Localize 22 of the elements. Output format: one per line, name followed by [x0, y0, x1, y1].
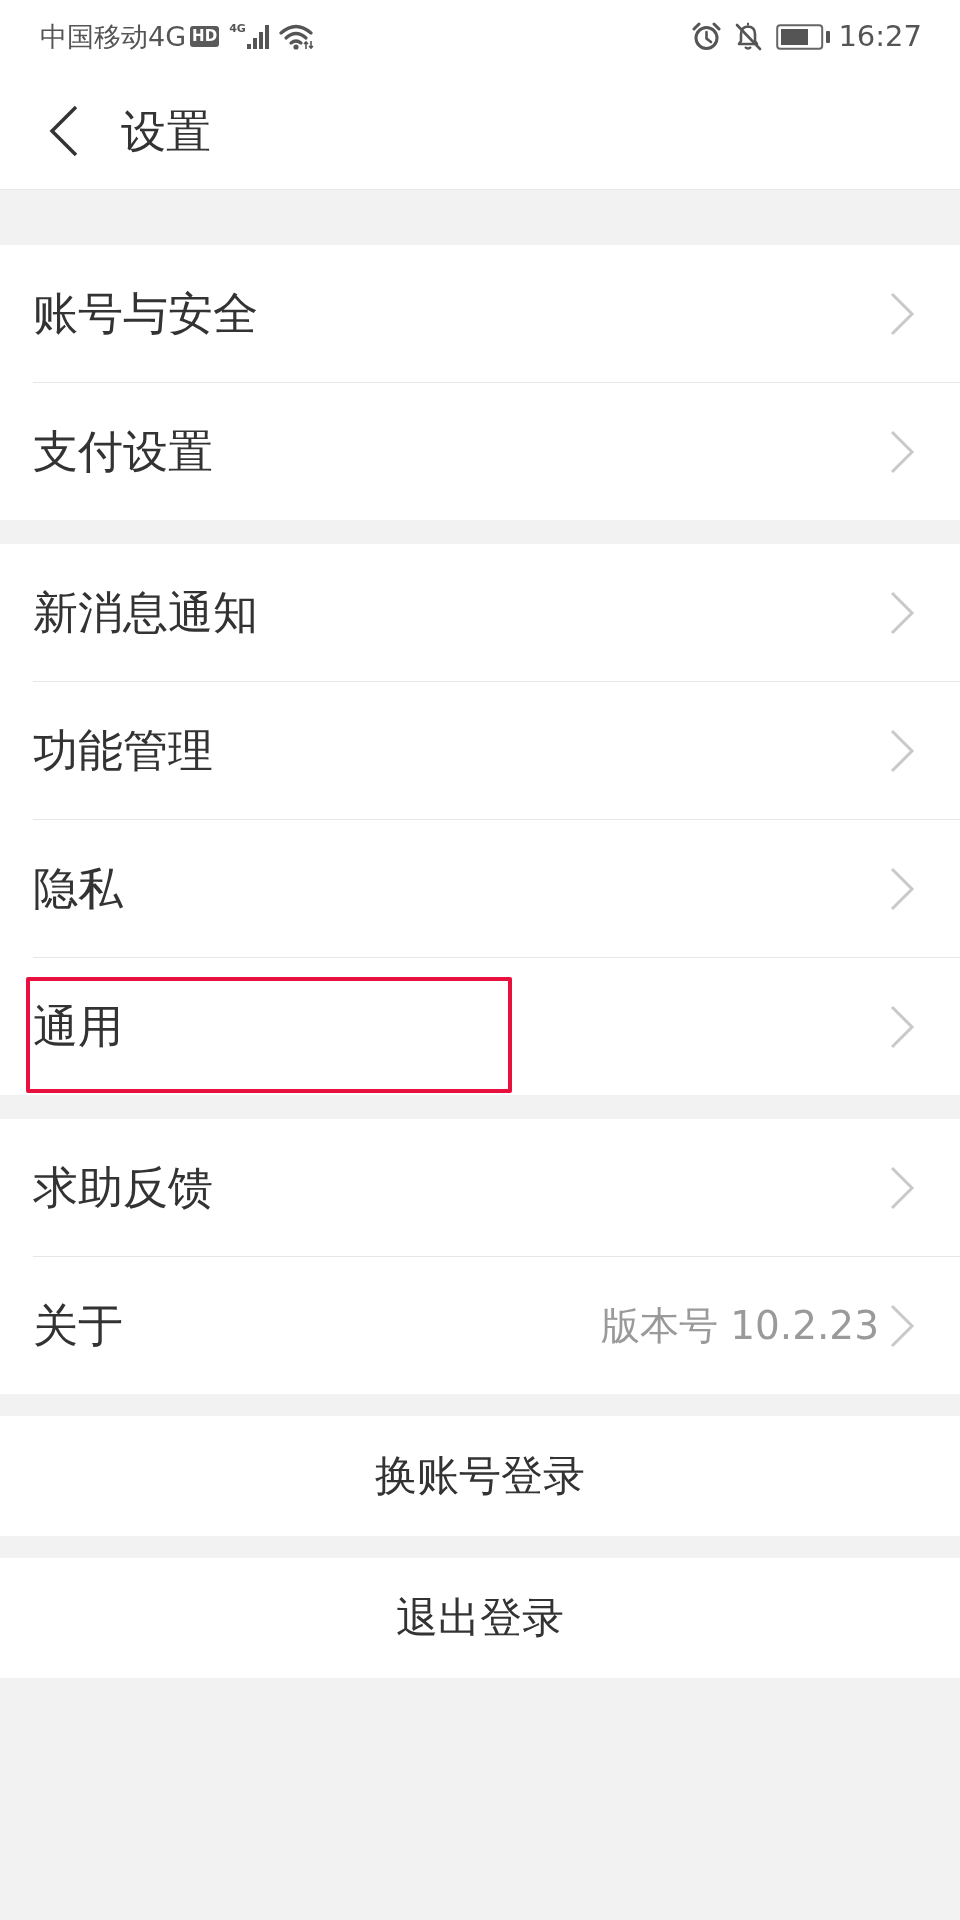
signal-bars-icon [246, 24, 269, 49]
hd-badge: HD [190, 26, 220, 47]
chevron-right-icon [889, 429, 915, 474]
version-text: 版本号 10.2.23 [600, 1306, 879, 1345]
chevron-left-icon [49, 105, 79, 157]
chevron-right-icon [889, 1165, 915, 1210]
alarm-clock-icon [692, 22, 722, 51]
chevron-right-icon [889, 1303, 915, 1348]
chevron-right-icon [889, 291, 915, 336]
chevron-right-icon [889, 590, 915, 635]
chevron-right-icon [889, 866, 915, 911]
chevron-right-icon [889, 1004, 915, 1049]
carrier-name: 中国移动4G [40, 23, 187, 50]
chevron-right-icon [889, 728, 915, 773]
action-button[interactable]: 换账号登录 [0, 1416, 960, 1536]
page-title: 设置 [121, 108, 211, 154]
battery-icon [776, 23, 831, 50]
bell-off-icon [734, 22, 763, 51]
wifi-icon [278, 23, 315, 50]
clock-time: 16:27 [838, 22, 922, 51]
action-button[interactable]: 退出登录 [0, 1558, 960, 1678]
network-type-label: 4G [229, 23, 246, 34]
